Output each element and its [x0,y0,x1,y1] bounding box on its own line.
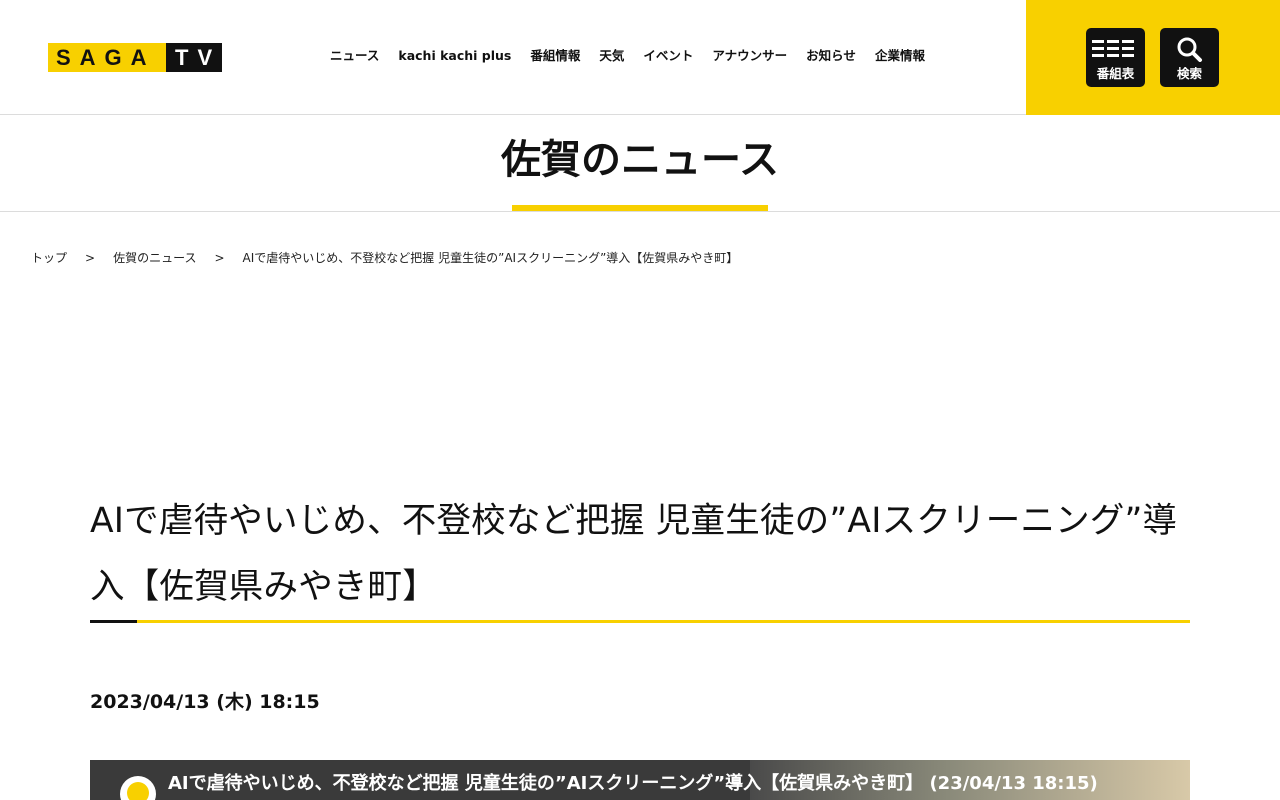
video-title[interactable]: AIで虐待やいじめ、不登校など把握 児童生徒の”AIスクリーニング”導入【佐賀県… [168,772,1098,796]
nav-events[interactable]: イベント [643,47,693,65]
breadcrumb-top[interactable]: トップ [31,250,67,266]
nav-announcers[interactable]: アナウンサー [712,47,787,65]
nav-news[interactable]: ニュース [330,47,379,65]
main-nav: ニュース kachi kachi plus 番組情報 天気 イベント アナウンサ… [330,47,944,65]
search-label: 検索 [1176,66,1202,81]
nav-weather[interactable]: 天気 [599,47,624,65]
header-action-panel: 番組表 検索 [1026,0,1280,115]
article-title-rule-accent [90,620,137,623]
program-guide-button[interactable]: 番組表 [1086,28,1145,87]
breadcrumb-saga-news[interactable]: 佐賀のニュース [113,250,196,266]
nav-notices[interactable]: お知らせ [806,47,856,65]
program-guide-label: 番組表 [1096,66,1135,81]
logo-tv: TV [166,43,222,72]
site-logo[interactable]: SAGA TV [48,43,222,72]
section-divider [0,211,1280,212]
search-icon [1160,36,1219,62]
breadcrumb-current: AIで虐待やいじめ、不登校など把握 児童生徒の”AIスクリーニング”導入【佐賀県… [242,251,739,265]
channel-logo-icon [127,782,149,800]
list-icon [1086,36,1145,62]
nav-company[interactable]: 企業情報 [875,47,925,65]
nav-kachi-kachi-plus[interactable]: kachi kachi plus [398,47,511,65]
channel-avatar[interactable] [120,776,156,800]
breadcrumb: トップ > 佐賀のニュース > AIで虐待やいじめ、不登校など把握 児童生徒の”… [31,250,738,266]
search-button[interactable]: 検索 [1160,28,1219,87]
article-title-rule [90,620,1190,623]
breadcrumb-separator: > [214,251,225,265]
article-title: AIで虐待やいじめ、不登校など把握 児童生徒の”AIスクリーニング”導入【佐賀県… [90,501,1178,607]
site-header: SAGA TV ニュース kachi kachi plus 番組情報 天気 イベ… [0,0,1280,115]
logo-saga: SAGA [48,43,166,72]
section-title: 佐賀のニュース [501,137,779,183]
article-date: 2023/04/13 (木) 18:15 [90,691,320,713]
video-player[interactable]: AIで虐待やいじめ、不登校など把握 児童生徒の”AIスクリーニング”導入【佐賀県… [90,760,1190,800]
nav-programs[interactable]: 番組情報 [530,47,580,65]
breadcrumb-separator: > [85,251,96,265]
